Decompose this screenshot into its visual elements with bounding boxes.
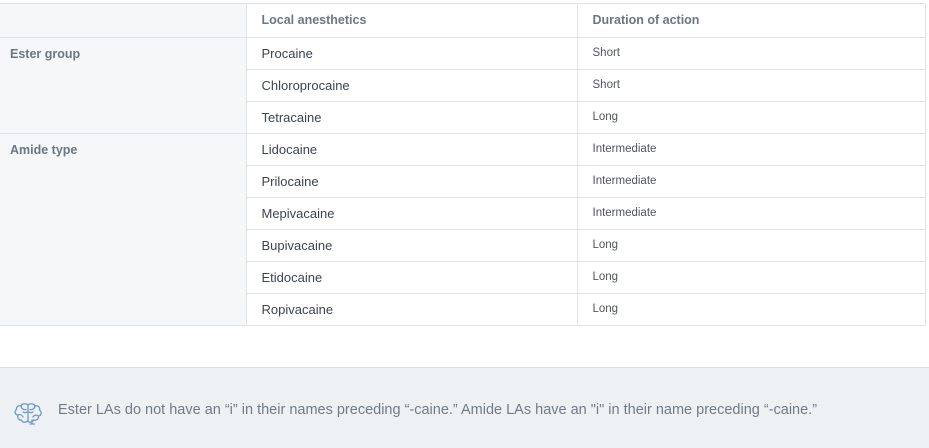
- table-header-row: Local anesthetics Duration of action: [0, 4, 926, 38]
- group-label-amide: Amide type: [0, 133, 246, 326]
- anesthetics-table: Local anesthetics Duration of action Est…: [0, 3, 926, 326]
- drug-name: Chloroprocaine: [245, 69, 577, 102]
- drug-duration: Intermediate: [576, 197, 926, 230]
- drug-duration: Short: [576, 37, 926, 70]
- note-text: Ester LAs do not have an “i” in their na…: [58, 402, 818, 418]
- drug-name: Bupivacaine: [245, 229, 577, 262]
- drug-duration: Intermediate: [576, 165, 926, 198]
- drug-duration: Long: [576, 261, 926, 294]
- drug-duration: Short: [576, 69, 926, 102]
- drug-name: Lidocaine: [245, 133, 577, 166]
- header-local-anesthetics: Local anesthetics: [245, 4, 577, 38]
- drug-name: Ropivacaine: [245, 293, 577, 326]
- drug-name: Prilocaine: [245, 165, 577, 198]
- drug-duration: Long: [576, 229, 926, 262]
- drug-duration: Long: [576, 101, 926, 134]
- group-label-ester: Ester group: [0, 37, 246, 134]
- table-row: Amide type Lidocaine Intermediate: [0, 133, 926, 326]
- drug-name: Procaine: [245, 37, 577, 70]
- drug-name: Mepivacaine: [245, 197, 577, 230]
- drug-name: Etidocaine: [245, 261, 577, 294]
- drug-name: Tetracaine: [245, 101, 577, 134]
- drug-duration: Long: [576, 293, 926, 326]
- brain-icon: [12, 402, 44, 426]
- mnemonic-note: Ester LAs do not have an “i” in their na…: [0, 367, 929, 448]
- table-row: Ester group Procaine Short: [0, 37, 926, 134]
- header-group: [0, 4, 246, 38]
- header-duration: Duration of action: [576, 4, 926, 38]
- drug-duration: Intermediate: [576, 133, 926, 166]
